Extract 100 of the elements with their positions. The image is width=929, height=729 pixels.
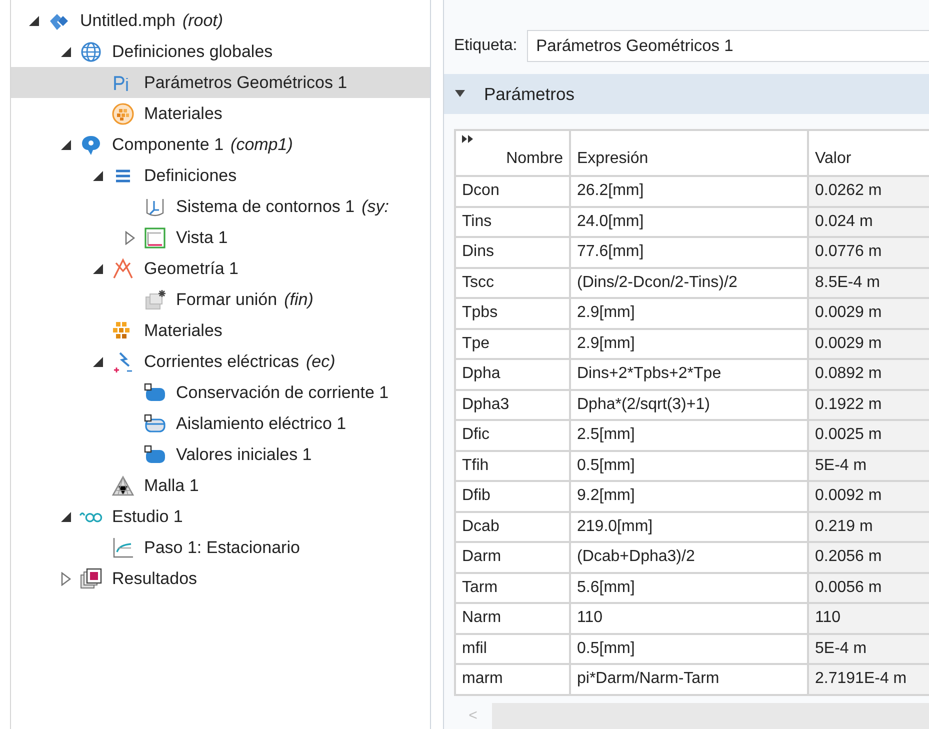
section-header[interactable]: Parámetros bbox=[444, 74, 929, 114]
results-icon bbox=[79, 566, 103, 590]
table-cell: pi*Darm/Narm-Tarm bbox=[570, 664, 808, 694]
table-cell: 5E-4 m bbox=[808, 450, 929, 481]
column-header[interactable]: Nombre bbox=[455, 130, 570, 176]
tree-item[interactable]: Vista 1 bbox=[11, 222, 430, 253]
tree-item-label: Materiales bbox=[144, 102, 222, 125]
expanded-arrow-icon[interactable] bbox=[91, 354, 105, 368]
table-cell: Tins bbox=[455, 206, 570, 237]
table-cell: 2.5[mm] bbox=[570, 420, 808, 450]
table-cell: 5.6[mm] bbox=[570, 572, 808, 603]
table-cell: Dins bbox=[455, 237, 570, 268]
table-cell: 8.5E-4 m bbox=[808, 268, 929, 298]
column-header[interactable]: Valor bbox=[808, 130, 929, 176]
tree-item[interactable]: Estudio 1 bbox=[11, 501, 430, 532]
tree-item-label: Definiciones globales bbox=[112, 40, 273, 63]
tree-item[interactable]: Geometría 1 bbox=[11, 253, 430, 284]
tree-item-label: Materiales bbox=[144, 320, 222, 342]
table-cell: 0.0029 m bbox=[808, 298, 929, 328]
mesh-icon bbox=[111, 474, 135, 498]
tree-item-label: Definiciones bbox=[144, 164, 237, 187]
tree-item[interactable]: Formar unión (fin) bbox=[11, 284, 430, 315]
tree-item-label: Sistema de contornos 1 bbox=[176, 196, 355, 218]
expanded-arrow-icon[interactable] bbox=[59, 510, 73, 524]
boundary-node-icon bbox=[143, 412, 167, 436]
expanded-arrow-icon[interactable] bbox=[59, 138, 73, 152]
form-union-icon bbox=[143, 288, 167, 312]
geometry-icon bbox=[111, 256, 135, 280]
current-icon bbox=[111, 350, 135, 374]
table-cell: 0.0092 m bbox=[808, 481, 929, 512]
expanded-arrow-icon[interactable] bbox=[27, 14, 41, 28]
tree-item[interactable]: Conservación de corriente 1 bbox=[11, 377, 430, 408]
table-cell: 24.0[mm] bbox=[570, 206, 808, 237]
stationary-step-icon bbox=[111, 536, 135, 560]
table-cell: (Dins/2-Dcon/2-Tins)/2 bbox=[570, 268, 808, 298]
tree-item[interactable]: Malla 1 bbox=[11, 470, 430, 501]
tree-item-tag: (root) bbox=[182, 8, 224, 34]
table-cell: Dpha*(2/sqrt(3)+1) bbox=[570, 390, 808, 420]
tree-item-label: Untitled.mph bbox=[80, 10, 176, 32]
tree-item-label: Parámetros Geométricos 1 bbox=[144, 72, 348, 94]
table-cell: Dcab bbox=[455, 512, 570, 542]
table-cell: Dfic bbox=[455, 420, 570, 450]
tree-item[interactable]: Aislamiento eléctrico 1 bbox=[11, 408, 430, 439]
label-field[interactable]: Parámetros Geométricos 1 bbox=[527, 30, 929, 62]
table-cell: 26.2[mm] bbox=[570, 176, 808, 206]
table-cell: 0.0892 m bbox=[808, 359, 929, 390]
tree-item[interactable]: Materiales bbox=[11, 315, 430, 346]
tree-item[interactable]: Paso 1: Estacionario bbox=[11, 532, 430, 563]
collapsed-arrow-icon[interactable] bbox=[59, 572, 73, 586]
table-cell: 0.0776 m bbox=[808, 237, 929, 268]
table-cell: 110 bbox=[570, 603, 808, 634]
table-cell: marm bbox=[455, 664, 570, 694]
materials-icon bbox=[111, 102, 135, 126]
table-cell: Tscc bbox=[455, 268, 570, 298]
table-cell: 219.0[mm] bbox=[570, 512, 808, 542]
tree-item[interactable]: Materiales bbox=[11, 98, 430, 129]
tree-item-tag: (fin) bbox=[284, 286, 314, 312]
table-cell: Dfib bbox=[455, 481, 570, 512]
table-cell: 0.0056 m bbox=[808, 572, 929, 603]
table-cell: Dins+2*Tpbs+2*Tpe bbox=[570, 359, 808, 390]
table-cell: Tfih bbox=[455, 450, 570, 481]
tree-item-label: Conservación de corriente 1 bbox=[176, 382, 389, 404]
expanded-arrow-icon[interactable] bbox=[59, 44, 73, 58]
tree-item-label: Vista 1 bbox=[176, 226, 228, 249]
tree-item[interactable]: Parámetros Geométricos 1 bbox=[11, 67, 430, 98]
tree-item-tag: (comp1) bbox=[230, 132, 293, 158]
tree-item[interactable]: Corrientes eléctricas (ec) bbox=[11, 346, 430, 377]
tree-item[interactable]: Sistema de contornos 1 (sy: bbox=[11, 191, 430, 222]
tree-item-tag: (ec) bbox=[306, 348, 336, 374]
tree-item-label: Malla 1 bbox=[144, 474, 199, 497]
expanded-arrow-icon[interactable] bbox=[91, 262, 105, 276]
field-label: Etiqueta: bbox=[454, 36, 518, 56]
tree-item-label: Aislamiento eléctrico 1 bbox=[176, 412, 346, 435]
tree-item[interactable]: Resultados bbox=[11, 563, 430, 594]
table-cell: Dcon bbox=[455, 176, 570, 206]
tree-item-label: Valores iniciales 1 bbox=[176, 444, 312, 466]
table-cell: 0.0262 m bbox=[808, 176, 929, 206]
view-icon bbox=[143, 226, 167, 250]
table-cell: Tpe bbox=[455, 328, 570, 359]
expanded-arrow-icon[interactable] bbox=[91, 168, 105, 182]
tree-item-label: Formar unión bbox=[176, 288, 278, 311]
tree-item-label: Resultados bbox=[112, 568, 198, 590]
table-cell: 110 bbox=[808, 603, 929, 634]
table-cell: 0.1922 m bbox=[808, 390, 929, 420]
table-cell: 0.0025 m bbox=[808, 420, 929, 450]
table-cell: 0.2056 m bbox=[808, 542, 929, 572]
table-cell: 2.9[mm] bbox=[570, 298, 808, 328]
table-cell: 5E-4 m bbox=[808, 634, 929, 664]
tree-item-label: Corrientes eléctricas bbox=[144, 350, 299, 373]
study-icon bbox=[79, 510, 103, 523]
expand-columns-icon bbox=[462, 135, 473, 143]
table-cell: 0.5[mm] bbox=[570, 634, 808, 664]
tree-item[interactable]: Valores iniciales 1 bbox=[11, 439, 430, 470]
column-header[interactable]: Expresión bbox=[570, 130, 808, 176]
globe-icon bbox=[79, 40, 103, 64]
tree-item[interactable]: Componente 1 (comp1) bbox=[11, 129, 430, 160]
tree-item[interactable]: Definiciones globales bbox=[11, 36, 430, 67]
tree-item[interactable]: Untitled.mph (root) bbox=[11, 5, 430, 36]
tree-item[interactable]: Definiciones bbox=[11, 160, 430, 191]
collapsed-arrow-icon[interactable] bbox=[123, 230, 137, 244]
